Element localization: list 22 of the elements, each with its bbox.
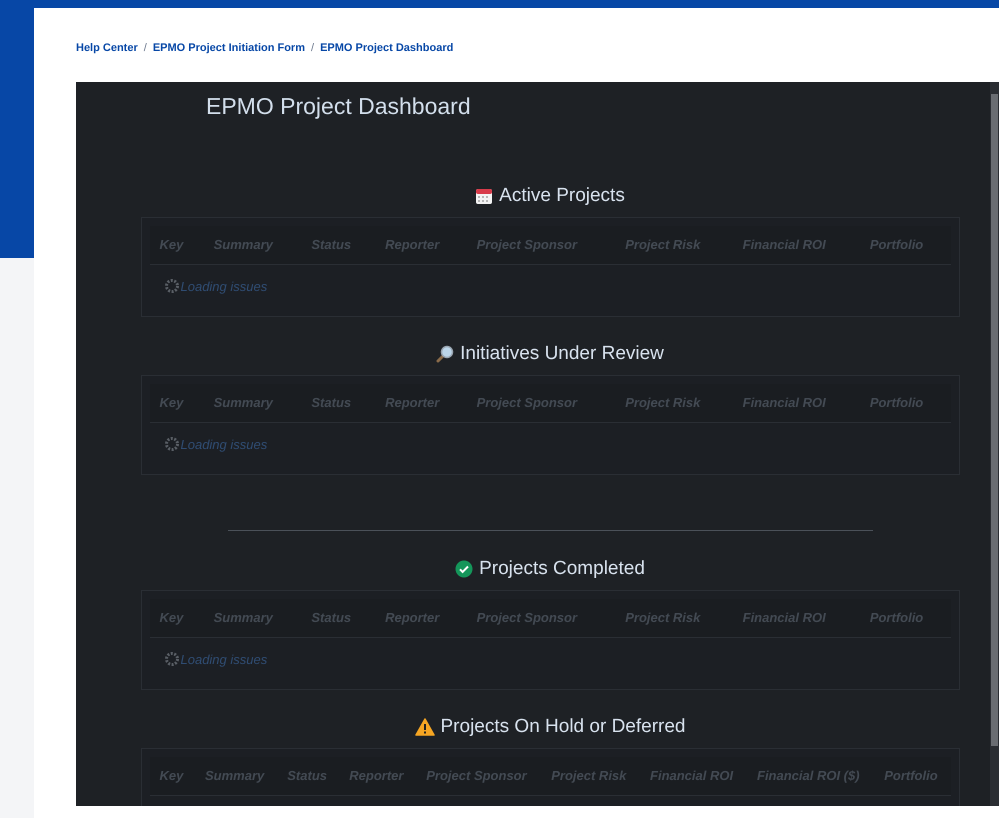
section-title: Projects Completed (479, 557, 645, 581)
calendar-icon (475, 187, 494, 205)
spinner-icon (164, 652, 178, 666)
loading-text: Loading issues (180, 436, 268, 454)
breadcrumb-separator: / (144, 40, 147, 56)
breadcrumb-separator: / (311, 40, 314, 56)
breadcrumb-link[interactable]: EPMO Project Initiation Form (152, 40, 305, 56)
section-title: Initiatives Under Review (460, 342, 664, 366)
breadcrumb-link[interactable]: Help Center (76, 40, 138, 56)
breadcrumb-link[interactable]: EPMO Project Dashboard (320, 40, 454, 56)
section-title: Projects On Hold or Deferred (440, 715, 686, 739)
dashboard-title: EPMO Project Dashboard (205, 92, 472, 120)
check-icon (455, 560, 474, 578)
magnifier-icon (436, 345, 454, 363)
warning-icon (414, 718, 434, 736)
loading-text: Loading issues (180, 278, 268, 296)
spinner-icon (164, 437, 178, 452)
loading-text: Loading issues (180, 650, 268, 669)
spinner-icon (164, 279, 178, 294)
scrollbar[interactable] (990, 82, 999, 806)
scrollbar-thumb[interactable] (991, 94, 998, 746)
section-title: Active Projects (499, 184, 625, 208)
